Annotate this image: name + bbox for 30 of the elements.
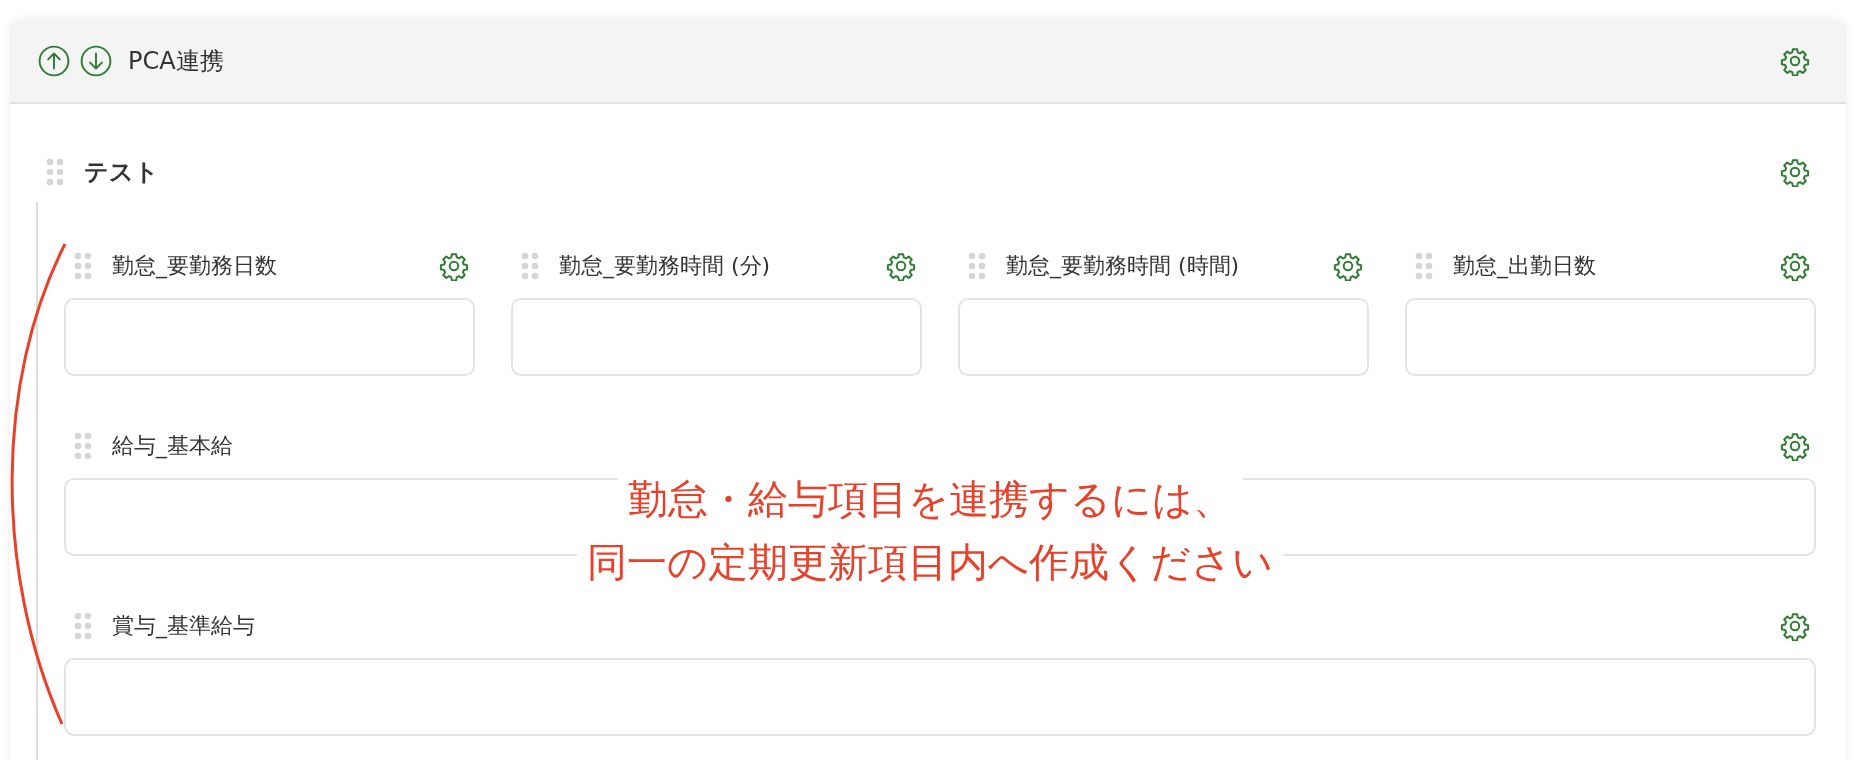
settings-icon[interactable] [1780,431,1810,461]
settings-icon[interactable] [439,251,469,281]
drag-handle-icon[interactable] [1415,252,1433,280]
settings-icon[interactable] [1780,157,1810,187]
field-label: 勤怠_要勤務時間 (分) [559,252,771,281]
drag-handle-icon[interactable] [968,252,986,280]
input-field[interactable] [64,658,1816,736]
section-title: テスト [84,157,160,188]
panel-title: PCA連携 [128,46,225,77]
settings-icon[interactable] [886,251,916,281]
input-field[interactable] [511,298,922,376]
drag-handle-icon[interactable] [46,158,64,186]
field-label: 勤怠_要勤務日数 [112,252,277,281]
settings-icon[interactable] [1780,251,1810,281]
field-label: 給与_基本給 [112,432,233,461]
field-label: 勤怠_出勤日数 [1453,252,1596,281]
arrow-up-icon[interactable] [38,45,70,77]
input-field[interactable] [1405,298,1816,376]
drag-handle-icon[interactable] [521,252,539,280]
drag-handle-icon[interactable] [74,252,92,280]
drag-handle-icon[interactable] [74,432,92,460]
settings-icon[interactable] [1333,251,1363,281]
field-label: 勤怠_要勤務時間 (時間) [1006,252,1240,281]
field-label: 賞与_基準給与 [112,612,255,641]
settings-icon[interactable] [1780,46,1810,76]
input-field[interactable] [958,298,1369,376]
arrow-down-icon[interactable] [80,45,112,77]
drag-handle-icon[interactable] [74,612,92,640]
input-field[interactable] [64,298,475,376]
settings-icon[interactable] [1780,611,1810,641]
